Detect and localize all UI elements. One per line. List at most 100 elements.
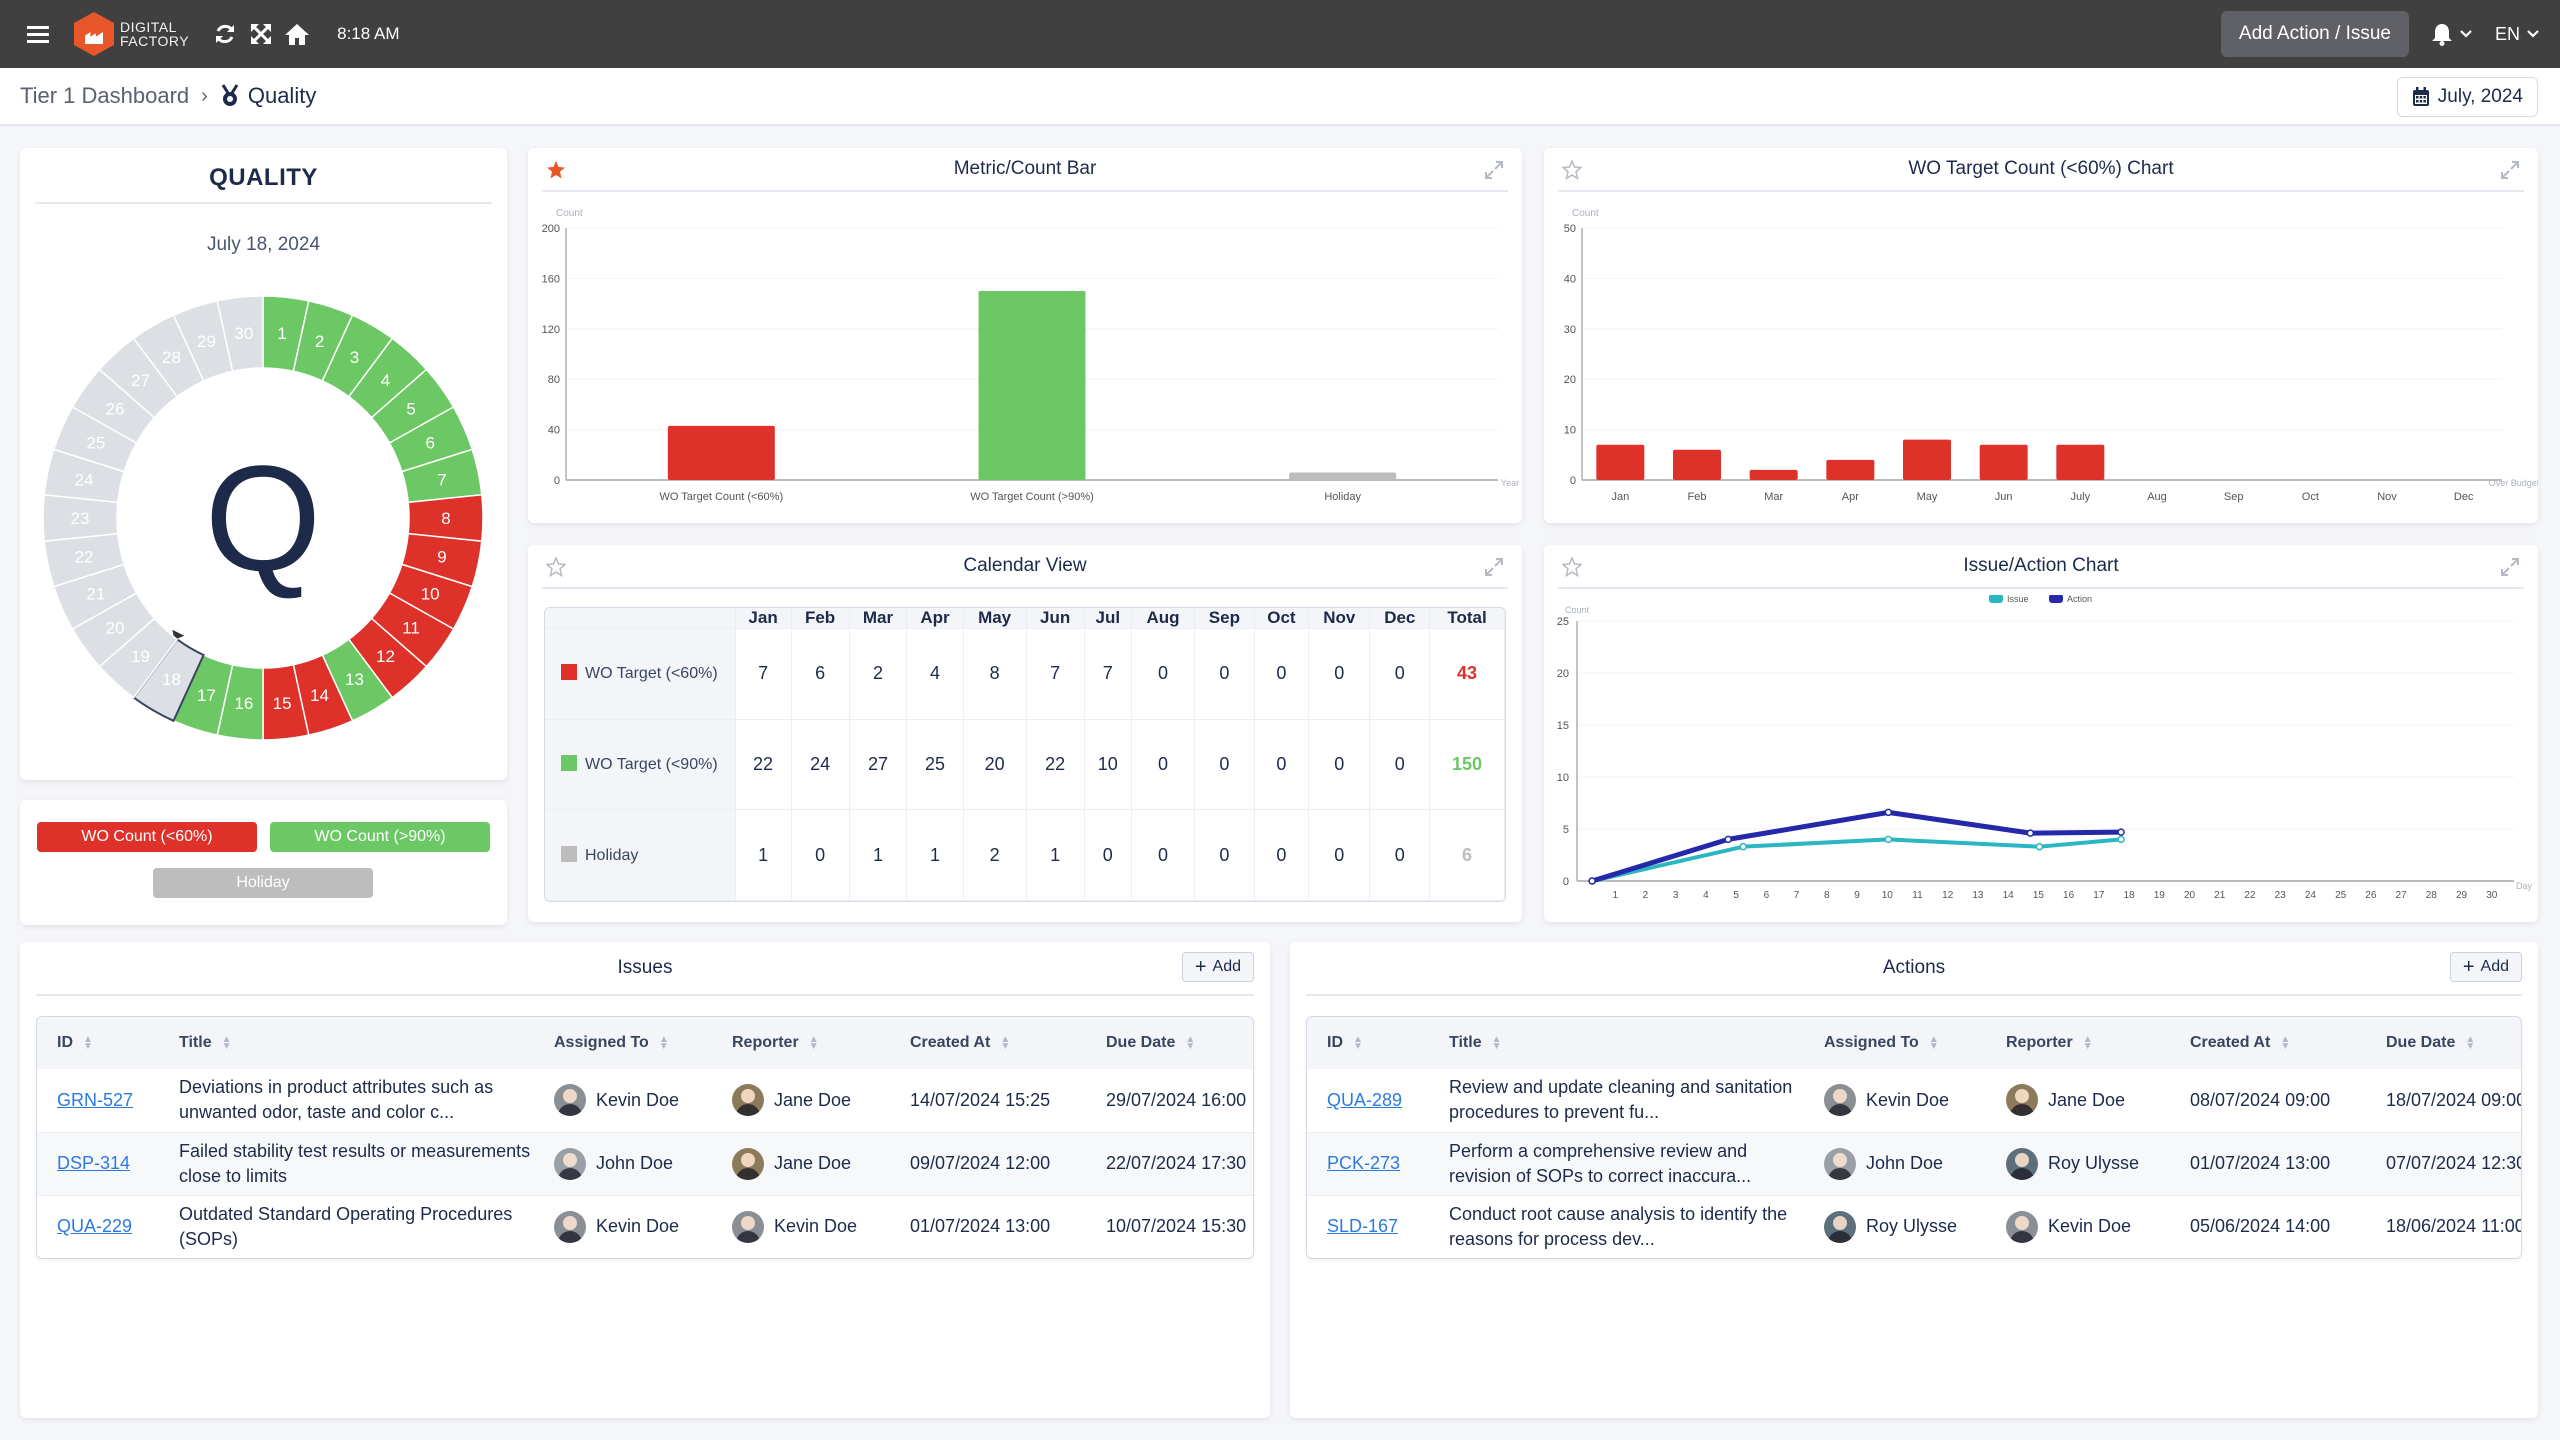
bar-jan[interactable]: [1596, 444, 1645, 480]
bar-feb[interactable]: [1673, 449, 1721, 480]
expand-icon[interactable]: [1484, 557, 1504, 577]
sort-icon[interactable]: ▲ ▼: [1353, 1034, 1363, 1051]
refresh-button[interactable]: [207, 16, 243, 52]
legend-wo-count-above-90[interactable]: WO Count (>90%): [270, 822, 490, 852]
column-header-due-date[interactable]: Due Date ▲ ▼: [2366, 1017, 2521, 1069]
data-point-issue[interactable]: [1884, 835, 1893, 844]
column-header-assigned-to[interactable]: Assigned To ▲ ▼: [534, 1017, 712, 1069]
data-point-action[interactable]: [1588, 877, 1596, 885]
table-row[interactable]: PCK-273 Perform a comprehensive review an…: [1307, 1131, 2521, 1195]
y-tick-label: 5: [1563, 824, 1569, 836]
bar-apr[interactable]: [1826, 459, 1875, 480]
id-cell: PCK-273: [1307, 1131, 1429, 1195]
sort-icon[interactable]: ▲ ▼: [659, 1034, 669, 1051]
add-action-issue-button[interactable]: Add Action / Issue: [2220, 11, 2409, 57]
sort-icon[interactable]: ▲ ▼: [222, 1034, 232, 1051]
bar-wo-target-count-60-[interactable]: [667, 425, 775, 480]
month-header: Apr: [906, 608, 964, 629]
month-picker[interactable]: July, 2024: [2396, 77, 2538, 117]
sort-icon[interactable]: ▲ ▼: [2083, 1034, 2093, 1051]
day-label: 5: [406, 400, 415, 419]
data-point-issue[interactable]: [1739, 842, 1747, 851]
id-link[interactable]: QUA-229: [57, 1216, 132, 1236]
table-row[interactable]: SLD-167 Conduct root cause analysis to id…: [1307, 1194, 2521, 1258]
avatar: [2006, 1084, 2038, 1117]
data-point-issue[interactable]: [2035, 842, 2044, 851]
legend-swatch-issue[interactable]: [1989, 595, 2003, 603]
menu-button[interactable]: [20, 16, 56, 52]
bar-holiday[interactable]: [1289, 472, 1397, 480]
table-row[interactable]: QUA-289 Review and update cleaning and sa…: [1307, 1069, 2521, 1132]
column-header-reporter[interactable]: Reporter ▲ ▼: [1986, 1017, 2170, 1069]
favorite-star-outline-icon[interactable]: [1562, 160, 1582, 180]
column-header-created-at[interactable]: Created At ▲ ▼: [2170, 1017, 2366, 1069]
data-point-issue[interactable]: [2117, 835, 2125, 844]
column-header-id[interactable]: ID ▲ ▼: [37, 1017, 159, 1069]
legend-label-action[interactable]: Action: [2067, 595, 2092, 604]
favorite-star-outline-icon[interactable]: [546, 557, 566, 577]
id-link[interactable]: DSP-314: [57, 1153, 130, 1173]
bar-july[interactable]: [2056, 444, 2105, 480]
sort-icon[interactable]: ▲ ▼: [1000, 1034, 1010, 1051]
language-dropdown[interactable]: EN: [2495, 24, 2540, 45]
notifications-dropdown[interactable]: [2431, 22, 2473, 46]
sort-icon[interactable]: ▲ ▼: [1929, 1034, 1939, 1051]
sort-icon[interactable]: ▲ ▼: [1492, 1034, 1502, 1051]
bar-mar[interactable]: [1749, 469, 1798, 480]
month-value: 0: [1308, 628, 1371, 720]
sort-icon[interactable]: ▲ ▼: [2465, 1034, 2475, 1051]
table-row[interactable]: QUA-229 Outdated Standard Operating Proce…: [37, 1194, 1253, 1258]
favorite-star-outline-icon[interactable]: [1562, 557, 1582, 577]
bar-wo-target-count-90-[interactable]: [978, 291, 1086, 480]
x-tick-label: 28: [2426, 890, 2438, 901]
digital-factory-logo[interactable]: DIGITAL FACTORY: [74, 12, 189, 56]
column-header-reporter[interactable]: Reporter ▲ ▼: [712, 1017, 890, 1069]
fullscreen-button[interactable]: [243, 16, 279, 52]
id-link[interactable]: PCK-273: [1327, 1153, 1400, 1173]
month-value: 0: [1131, 719, 1196, 811]
id-link[interactable]: SLD-167: [1327, 1216, 1398, 1236]
sort-icon[interactable]: ▲ ▼: [809, 1034, 819, 1051]
id-link[interactable]: GRN-527: [57, 1090, 133, 1110]
table-row[interactable]: GRN-527 Deviations in product attributes …: [37, 1069, 1253, 1132]
month-value: 22: [1026, 719, 1085, 811]
expand-icon[interactable]: [2500, 160, 2520, 180]
column-header-due-date[interactable]: Due Date ▲ ▼: [1086, 1017, 1253, 1069]
data-point-action[interactable]: [2026, 829, 2035, 837]
legend-label-issue[interactable]: Issue: [2007, 595, 2029, 604]
x-tick-label: 7: [1794, 890, 1800, 901]
person: Jane Doe: [732, 1147, 890, 1180]
expand-icon[interactable]: [2500, 557, 2520, 577]
table-row[interactable]: DSP-314 Failed stability test results or …: [37, 1131, 1253, 1195]
bar-jun[interactable]: [1979, 444, 2028, 480]
reporter-cell: Jane Doe: [1986, 1069, 2170, 1132]
id-link[interactable]: QUA-289: [1327, 1090, 1402, 1110]
sort-icon[interactable]: ▲ ▼: [1185, 1034, 1195, 1051]
bar-may[interactable]: [1903, 439, 1951, 480]
sort-icon[interactable]: ▲ ▼: [2280, 1034, 2290, 1051]
column-header-created-at[interactable]: Created At ▲ ▼: [890, 1017, 1086, 1069]
column-header-id[interactable]: ID ▲ ▼: [1307, 1017, 1429, 1069]
created-cell: 01/07/2024 13:00: [2170, 1131, 2366, 1195]
home-button[interactable]: [279, 16, 315, 52]
data-point-action[interactable]: [1884, 808, 1893, 817]
column-header-assigned-to[interactable]: Assigned To ▲ ▼: [1804, 1017, 1986, 1069]
favorite-star-filled-icon[interactable]: [546, 160, 566, 180]
add-issue-button[interactable]: + Add: [1181, 952, 1254, 982]
legend-wo-count-below-60[interactable]: WO Count (<60%): [37, 822, 257, 852]
sort-icon[interactable]: ▲ ▼: [83, 1034, 93, 1051]
legend-swatch-action[interactable]: [2049, 595, 2063, 603]
card-title: WO Target Count (<60%) Chart: [1908, 158, 2174, 179]
person: Kevin Doe: [554, 1210, 712, 1243]
column-header-title[interactable]: Title ▲ ▼: [1429, 1017, 1804, 1069]
breadcrumb-tier1-dashboard[interactable]: Tier 1 Dashboard: [20, 83, 189, 109]
legend-holiday[interactable]: Holiday: [153, 868, 373, 898]
breadcrumb-current: Quality: [220, 83, 316, 109]
total-header: Total: [1429, 608, 1505, 629]
add-action-button[interactable]: + Add: [2449, 952, 2522, 982]
expand-icon[interactable]: [1484, 160, 1504, 180]
data-point-action[interactable]: [1724, 835, 1732, 844]
column-header-title[interactable]: Title ▲ ▼: [159, 1017, 534, 1069]
data-point-action[interactable]: [2117, 828, 2125, 836]
calendar-row: WO Target (<90%) 22 24 27 25 20 22 10 0 0 0 0 0 150: [545, 719, 1505, 811]
